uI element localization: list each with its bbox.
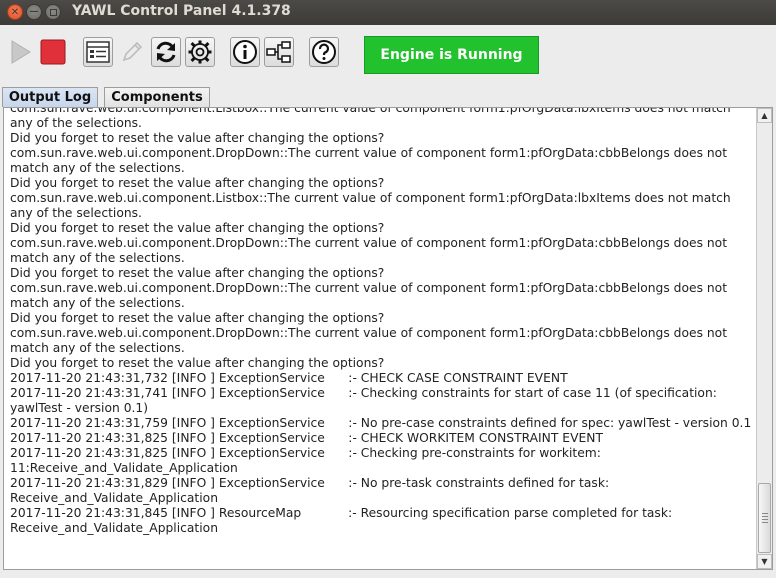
log-line: 2017-11-20 21:43:31,829 [INFO ] Exceptio… [10,476,614,505]
minimize-icon: — [29,7,39,17]
log-line: com.sun.rave.web.ui.component.Listbox::T… [10,191,735,220]
output-log-panel[interactable]: com.sun.rave.web.ui.component.Listbox::T… [3,107,773,570]
status-strip [0,570,776,578]
log-line: Did you forget to reset the value after … [10,176,385,190]
log-line: com.sun.rave.web.ui.component.DropDown::… [10,326,731,355]
log-line: Did you forget to reset the value after … [10,221,385,235]
log-line: com.sun.rave.web.ui.component.DropDown::… [10,281,731,310]
close-window-button[interactable]: ✕ [7,4,23,20]
log-line: 2017-11-20 21:43:31,845 [INFO ] Resource… [10,506,677,535]
stop-icon [40,39,66,65]
minimize-window-button[interactable]: — [26,4,42,20]
vertical-scrollbar[interactable]: ▲ ▼ [756,108,772,569]
log-line: Did you forget to reset the value after … [10,131,385,145]
tab-components[interactable]: Components [104,87,210,107]
update-button[interactable] [151,37,181,67]
maximize-icon [49,8,57,16]
log-line: 2017-11-20 21:43:31,825 [INFO ] Exceptio… [10,446,605,475]
log-line: 2017-11-20 21:43:31,825 [INFO ] Exceptio… [10,431,603,445]
log-line: Did you forget to reset the value after … [10,311,385,325]
title-bar: ✕ — YAWL Control Panel 4.1.378 [0,0,776,25]
engine-status-indicator: Engine is Running [364,36,539,74]
edit-button[interactable] [117,37,147,67]
play-icon [11,40,31,64]
scroll-up-button[interactable]: ▲ [757,108,772,123]
components-button[interactable] [264,37,294,67]
log-line: com.sun.rave.web.ui.component.DropDown::… [10,236,731,265]
stop-engine-button[interactable] [38,37,68,67]
refresh-icon [156,41,176,63]
tree-icon [266,41,291,63]
log-line: Did you forget to reset the value after … [10,266,385,280]
arrow-down-icon: ▼ [761,557,768,566]
preferences-button[interactable] [83,37,113,67]
log-line: 2017-11-20 21:43:31,732 [INFO ] Exceptio… [10,371,568,385]
log-line: Did you forget to reset the value after … [10,356,385,370]
close-icon: ✕ [10,6,20,18]
gear-icon [188,40,212,64]
pencil-icon [122,41,143,62]
tab-bar: Output Log Components [0,87,776,107]
settings-button[interactable] [185,37,215,67]
log-line: 2017-11-20 21:43:31,759 [INFO ] Exceptio… [10,416,752,430]
about-button[interactable] [230,37,260,67]
toolbar: Engine is Running [0,25,776,85]
log-line: com.sun.rave.web.ui.component.DropDown::… [10,146,731,175]
output-log-text: com.sun.rave.web.ui.component.Listbox::T… [10,107,755,536]
tab-output-log[interactable]: Output Log [2,87,98,107]
help-button[interactable] [309,37,339,67]
info-icon [233,40,257,64]
log-line: 2017-11-20 21:43:31,741 [INFO ] Exceptio… [10,386,721,415]
start-engine-button[interactable] [5,37,35,67]
window-title: YAWL Control Panel 4.1.378 [72,3,291,19]
form-icon [86,41,110,63]
log-line: com.sun.rave.web.ui.component.Listbox::T… [10,107,735,130]
help-icon [312,40,336,64]
scroll-down-button[interactable]: ▼ [757,554,772,569]
scrollbar-thumb[interactable] [758,483,771,553]
maximize-window-button[interactable] [45,4,61,20]
arrow-up-icon: ▲ [761,111,768,120]
